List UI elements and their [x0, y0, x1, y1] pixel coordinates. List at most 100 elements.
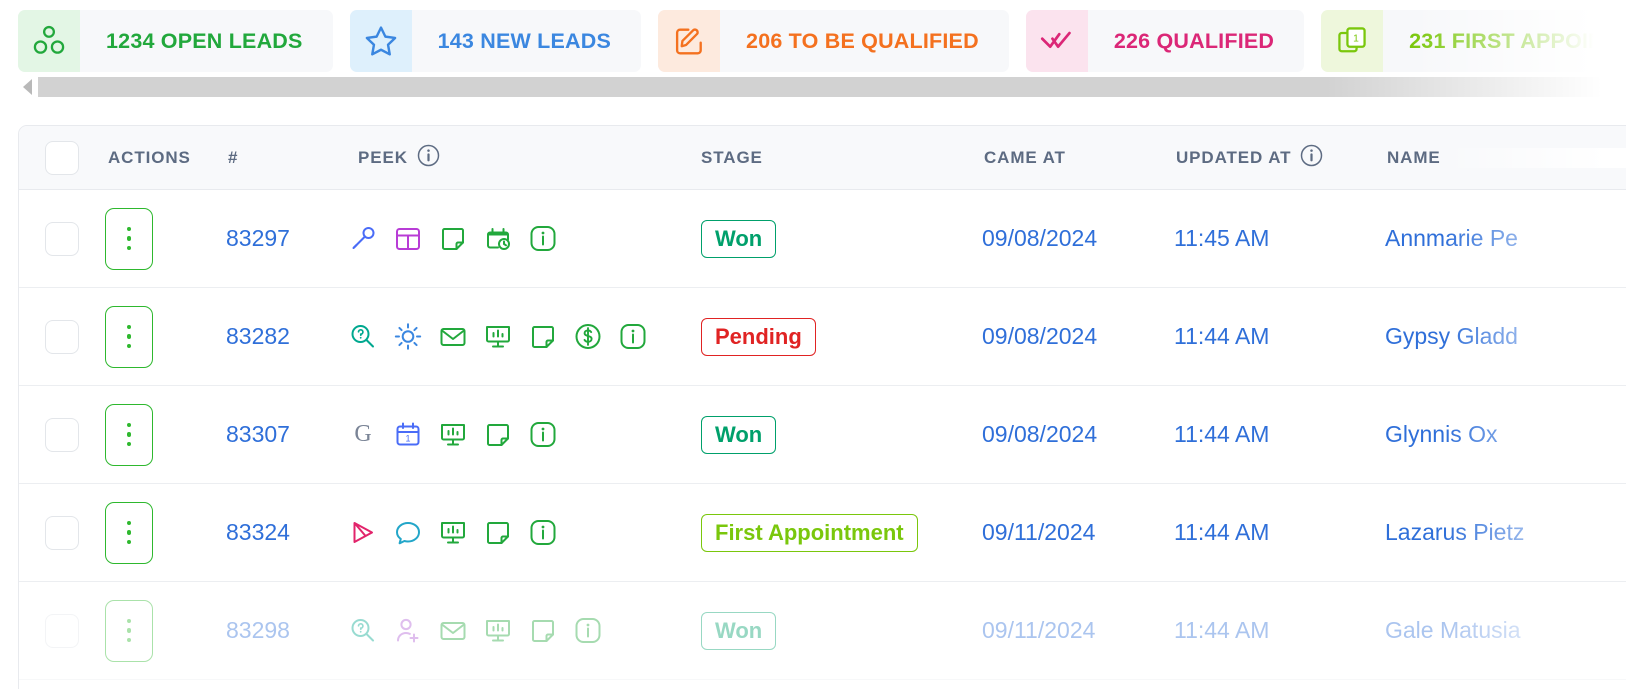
header-stage: STAGE	[701, 147, 763, 167]
row-checkbox[interactable]	[45, 221, 79, 256]
info-icon[interactable]	[529, 519, 557, 547]
table-header-row: ACTIONS # PEEK STAGE CAME AT UPDATED AT	[19, 126, 1626, 190]
peek-icon-group	[349, 519, 557, 547]
row-actions-menu-button[interactable]	[105, 207, 153, 270]
lead-name-link[interactable]: Gale Matusia	[1385, 617, 1521, 643]
row-actions-menu-button[interactable]	[105, 403, 153, 466]
presentation-chart-icon[interactable]	[484, 617, 512, 645]
row-checkbox[interactable]	[45, 417, 79, 452]
scroll-left-arrow-icon[interactable]	[18, 76, 38, 98]
status-badge[interactable]: Won	[701, 611, 777, 650]
lead-id-link[interactable]: 83307	[226, 421, 290, 447]
lead-id-link[interactable]: 83298	[226, 617, 290, 643]
person-add-icon[interactable]	[394, 617, 422, 645]
peek-info-icon[interactable]	[417, 144, 440, 172]
envelope-icon[interactable]	[439, 617, 467, 645]
row-peek-cell	[349, 519, 701, 547]
info-icon[interactable]	[619, 323, 647, 351]
row-name-cell: Gale Matusia	[1385, 617, 1626, 644]
lead-id-link[interactable]: 83297	[226, 225, 290, 251]
table-row[interactable]: 83297 Won 09/08/2024 11:45 AM Annmarie P…	[19, 190, 1626, 288]
row-actions-menu-button[interactable]	[105, 599, 153, 662]
status-badge[interactable]: Won	[701, 219, 777, 258]
lead-name-link[interactable]: Lazarus Pietz	[1385, 519, 1524, 545]
table-row[interactable]: 83324 First Appointment 09/11/2024 11:44…	[19, 484, 1626, 582]
updated-at-value: 11:45 AM	[1174, 225, 1270, 251]
row-actions-menu-button[interactable]	[105, 305, 153, 368]
row-id-cell: 83297	[226, 225, 349, 252]
status-badge[interactable]: Pending	[701, 317, 816, 356]
row-stage-cell: First Appointment	[701, 513, 982, 552]
row-came-at-cell: 09/08/2024	[982, 225, 1174, 252]
table-row[interactable]: 83282 Pending 09/08/2024 11:44 AM Gypsy …	[19, 288, 1626, 386]
google-g-icon[interactable]: G	[349, 421, 377, 449]
updated-at-info-icon[interactable]	[1300, 144, 1323, 172]
row-checkbox[interactable]	[45, 319, 79, 354]
status-badge[interactable]: Won	[701, 415, 777, 454]
status-badge[interactable]: First Appointment	[701, 513, 918, 552]
horizontal-scrollbar[interactable]	[18, 76, 1626, 98]
row-peek-cell: G1	[349, 421, 701, 449]
kpi-tab-label-4: 231 FIRST APPOINTMENT	[1409, 28, 1626, 53]
sun-icon[interactable]	[394, 323, 422, 351]
lead-name-link[interactable]: Annmarie Pe	[1385, 225, 1518, 251]
row-name-cell: Lazarus Pietz	[1385, 519, 1626, 546]
select-all-cell	[19, 140, 105, 175]
table-grid-icon[interactable]	[394, 225, 422, 253]
play-store-icon[interactable]	[349, 519, 377, 547]
leads-table: ACTIONS # PEEK STAGE CAME AT UPDATED AT	[18, 125, 1626, 689]
note-icon[interactable]	[529, 323, 557, 351]
header-peek-label: PEEK	[358, 147, 408, 167]
row-name-cell: Gypsy Gladd	[1385, 323, 1626, 350]
microphone-icon[interactable]	[349, 225, 377, 253]
row-checkbox[interactable]	[45, 613, 79, 648]
presentation-chart-icon[interactable]	[439, 519, 467, 547]
note-icon[interactable]	[529, 617, 557, 645]
row-updated-at-cell: 11:44 AM	[1174, 617, 1385, 644]
search-question-icon[interactable]	[349, 323, 377, 351]
search-question-icon[interactable]	[349, 617, 377, 645]
table-row[interactable]: 83307 G1 Won 09/08/2024 11:44 AM Glynnis…	[19, 386, 1626, 484]
kpi-tab-1[interactable]: 143 NEW LEADS	[349, 10, 642, 72]
header-updated-at-label: UPDATED AT	[1176, 147, 1292, 167]
chat-bubble-icon[interactable]	[394, 519, 422, 547]
row-actions-menu-button[interactable]	[105, 501, 153, 564]
row-updated-at-cell: 11:45 AM	[1174, 225, 1385, 252]
row-id-cell: 83282	[226, 323, 349, 350]
row-came-at-cell: 09/08/2024	[982, 421, 1174, 448]
info-icon[interactable]	[529, 225, 557, 253]
lead-id-link[interactable]: 83282	[226, 323, 290, 349]
lead-name-link[interactable]: Gypsy Gladd	[1385, 323, 1518, 349]
lead-name-link[interactable]: Glynnis Ox	[1385, 421, 1497, 447]
kpi-tab-3[interactable]: 226 QUALIFIED	[1025, 10, 1305, 72]
star-icon	[349, 10, 412, 72]
note-icon[interactable]	[439, 225, 467, 253]
updated-at-value: 11:44 AM	[1174, 323, 1270, 349]
row-checkbox[interactable]	[45, 515, 79, 550]
row-updated-at-cell: 11:44 AM	[1174, 519, 1385, 546]
note-icon[interactable]	[484, 421, 512, 449]
row-select-cell	[19, 221, 105, 256]
note-icon[interactable]	[484, 519, 512, 547]
svg-text:1: 1	[405, 434, 410, 444]
info-icon[interactable]	[574, 617, 602, 645]
envelope-icon[interactable]	[439, 323, 467, 351]
kpi-tab-0[interactable]: 1234 OPEN LEADS	[18, 10, 333, 72]
kpi-tab-4[interactable]: 1 231 FIRST APPOINTMENT	[1321, 10, 1626, 72]
peek-icon-group: G1	[349, 421, 557, 449]
calendar-one-icon[interactable]: 1	[394, 421, 422, 449]
row-select-cell	[19, 319, 105, 354]
info-icon[interactable]	[529, 421, 557, 449]
lead-id-link[interactable]: 83324	[226, 519, 290, 545]
row-name-cell: Annmarie Pe	[1385, 225, 1626, 252]
kpi-tab-strip: 1234 OPEN LEADS 143 NEW LEADS 206 TO BE QU…	[18, 10, 1626, 72]
row-actions-cell	[105, 501, 226, 564]
calendar-clock-icon[interactable]	[484, 225, 512, 253]
kpi-tab-2[interactable]: 206 TO BE QUALIFIED	[658, 10, 1009, 72]
select-all-checkbox[interactable]	[45, 140, 79, 175]
scrollbar-thumb[interactable]	[38, 77, 1626, 97]
presentation-chart-icon[interactable]	[439, 421, 467, 449]
table-row[interactable]: 83298 Won 09/11/2024 11:44 AM Gale Matus…	[19, 582, 1626, 680]
presentation-chart-icon[interactable]	[484, 323, 512, 351]
dollar-circle-icon[interactable]	[574, 323, 602, 351]
